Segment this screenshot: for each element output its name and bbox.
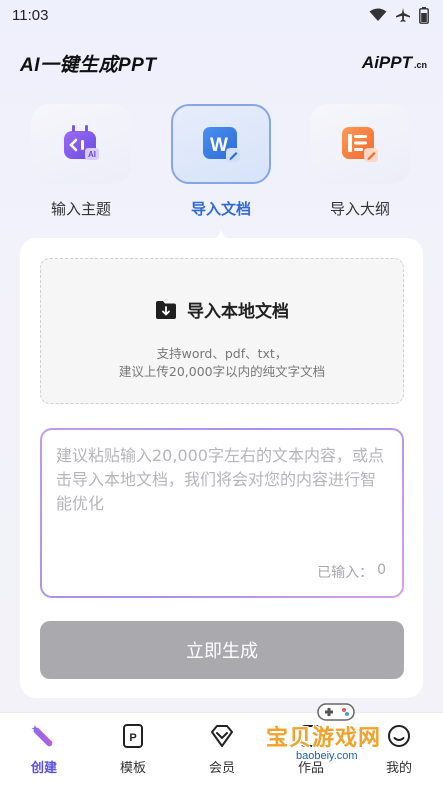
tab-tile: AI <box>31 104 131 184</box>
tab-label: 导入大纲 <box>329 200 390 218</box>
watermark-text: 宝贝游戏网 <box>266 726 382 751</box>
card-pointer <box>208 230 234 242</box>
mode-tabs: AI 输入主题 W 导入文档 导入大纲 <box>0 104 443 224</box>
outline-list-icon <box>342 127 378 162</box>
generate-now-button[interactable]: 立即生成 <box>40 621 404 679</box>
nav-membership[interactable]: 会员 <box>187 723 257 776</box>
nav-templates[interactable]: P 模板 <box>98 723 168 776</box>
upload-hint: 支持word、pdf、txt， 建议上传20,000字以内的纯文字文档 <box>41 345 403 381</box>
wifi-icon <box>369 8 387 21</box>
upload-hint-line1: 支持word、pdf、txt， <box>156 346 288 361</box>
text-input[interactable]: 建议粘贴输入20,000字左右的文本内容，或点击导入本地文档，我们将会对您的内容… <box>42 430 402 596</box>
upload-title-text: 导入本地文档 <box>187 302 289 322</box>
char-count: 已输入： 0 <box>317 562 386 582</box>
nav-label: 模板 <box>119 761 146 776</box>
svg-text:P: P <box>129 732 136 744</box>
text-input-frame: 建议粘贴输入20,000字左右的文本内容，或点击导入本地文档，我们将会对您的内容… <box>40 428 404 598</box>
battery-icon <box>419 6 429 24</box>
upload-title: 导入本地文档 <box>41 297 403 322</box>
status-icons <box>369 6 429 24</box>
brand-logo: AiPPT .cn <box>362 53 427 73</box>
watermark: 宝贝游戏网 baobeiy.com <box>262 700 412 772</box>
brand-logo-suffix: .cn <box>413 60 427 70</box>
svg-text:W: W <box>210 135 228 156</box>
import-local-document-button[interactable]: 导入本地文档 支持word、pdf、txt， 建议上传20,000字以内的纯文字… <box>40 258 404 404</box>
nav-create[interactable]: 创建 <box>9 723 79 776</box>
airplane-mode-icon <box>396 8 410 22</box>
status-bar: 11:03 <box>0 0 443 30</box>
app-title: AI一键生成PPT <box>20 54 157 76</box>
tab-import-document[interactable]: W 导入文档 <box>171 104 271 219</box>
tab-label: 导入文档 <box>190 200 251 218</box>
robot-ai-icon: AI <box>64 125 99 160</box>
word-document-icon: W <box>203 127 240 162</box>
tab-label: 输入主题 <box>50 200 111 218</box>
brand-logo-main: AiPPT <box>361 53 412 72</box>
ppt-file-icon: P <box>123 724 143 748</box>
status-time: 11:03 <box>12 6 49 24</box>
folder-download-icon <box>156 300 176 319</box>
nav-label: 创建 <box>30 761 57 776</box>
header: AI一键生成PPT AiPPT .cn <box>20 48 427 78</box>
char-count-label: 已输入： <box>317 565 374 581</box>
tab-input-topic[interactable]: AI 输入主题 <box>31 104 131 219</box>
nav-label: 会员 <box>208 761 235 776</box>
upload-hint-line2: 建议上传20,000字以内的纯文字文档 <box>118 364 326 379</box>
magic-wand-icon <box>31 725 53 747</box>
tab-tile <box>310 104 410 184</box>
tab-import-outline[interactable]: 导入大纲 <box>310 104 410 219</box>
char-count-value: 0 <box>377 562 386 578</box>
svg-text:AI: AI <box>88 150 96 159</box>
watermark-url: baobeiy.com <box>296 750 358 762</box>
tab-tile: W <box>171 104 271 184</box>
diamond-icon <box>211 725 233 747</box>
text-input-placeholder: 建议粘贴输入20,000字左右的文本内容，或点击导入本地文档，我们将会对您的内容… <box>56 446 384 513</box>
